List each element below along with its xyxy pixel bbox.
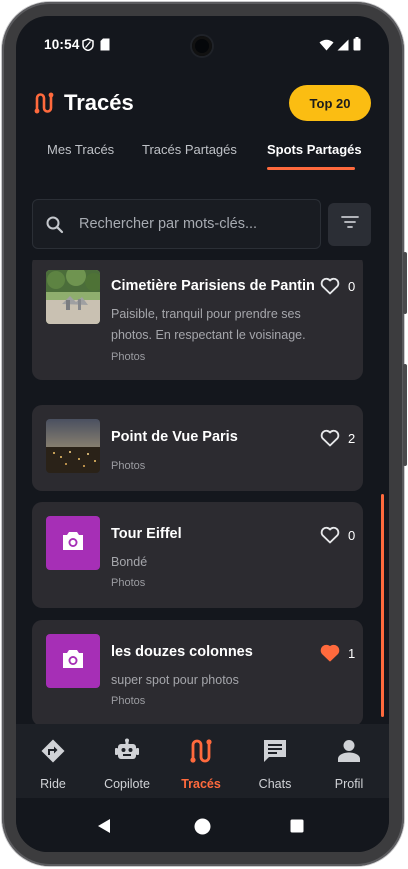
like-count: 1	[348, 646, 356, 661]
heart-outline-icon[interactable]	[320, 526, 340, 549]
active-tab-indicator	[267, 167, 355, 170]
chat-icon	[262, 738, 288, 769]
spot-name: les douzes colonnes	[111, 644, 253, 660]
recents-icon[interactable]	[290, 819, 304, 838]
spot-description: Bondé	[111, 555, 148, 569]
front-camera	[192, 36, 212, 56]
spot-card[interactable]: Point de Vue Paris Photos 2	[32, 405, 363, 491]
filter-icon	[340, 215, 359, 234]
search-input[interactable]: Rechercher par mots-clés...	[32, 199, 321, 249]
spot-category: Photos	[111, 577, 146, 589]
nav-label: Tracés	[181, 777, 221, 791]
spot-category: Photos	[111, 695, 146, 707]
shield-icon	[82, 38, 94, 56]
signal-icon	[337, 38, 349, 56]
top-20-button[interactable]: Top 20	[289, 85, 371, 121]
nav-item-ride[interactable]: Ride	[16, 724, 90, 798]
spot-name: Point de Vue Paris	[111, 429, 238, 445]
spot-thumbnail-paris-night	[46, 419, 100, 473]
robot-icon	[114, 738, 140, 769]
spot-thumbnail-cemetery	[46, 270, 100, 324]
spot-card[interactable]: Cimetière Parisiens de Pantin Paisible, …	[32, 260, 363, 380]
spot-list: Cimetière Parisiens de Pantin Paisible, …	[16, 260, 389, 726]
camera-icon	[61, 530, 85, 557]
sd-card-icon	[100, 38, 110, 56]
tab-mes-traces[interactable]: Mes Tracés	[47, 142, 114, 157]
system-nav-bar	[16, 798, 389, 852]
spot-card[interactable]: Tour Eiffel Bondé Photos 0	[32, 502, 363, 608]
status-time: 10:54	[44, 37, 80, 52]
volume-button	[403, 364, 407, 466]
spot-name: Tour Eiffel	[111, 526, 182, 542]
filter-button[interactable]	[328, 203, 371, 246]
nav-label: Copilote	[104, 777, 150, 791]
back-icon[interactable]	[96, 818, 112, 839]
like-count: 0	[348, 528, 356, 543]
nav-label: Ride	[40, 777, 66, 791]
power-button	[403, 252, 407, 314]
search-icon	[45, 215, 65, 240]
tab-traces-partages[interactable]: Tracés Partagés	[142, 142, 237, 157]
spot-thumbnail-placeholder	[46, 516, 100, 570]
person-icon	[336, 738, 362, 769]
directions-icon	[40, 738, 66, 769]
nav-label: Chats	[258, 777, 292, 791]
like-count: 0	[348, 279, 356, 294]
page-title: Tracés	[64, 90, 134, 115]
nav-item-copilote[interactable]: Copilote	[90, 724, 164, 798]
spot-description: Paisible, tranquil pour prendre ses phot…	[111, 307, 306, 342]
scrollbar[interactable]	[381, 494, 384, 717]
spot-thumbnail-placeholder	[46, 634, 100, 688]
phone-frame: 10:54 Tracés Top 20 Mes Tracés Tracés Pa…	[2, 2, 407, 866]
nav-item-traces[interactable]: Tracés	[164, 724, 238, 798]
like-count: 2	[348, 431, 356, 446]
spot-description: super spot pour photos	[111, 673, 239, 687]
wifi-icon	[319, 38, 334, 56]
nav-item-chats[interactable]: Chats	[238, 724, 312, 798]
search-placeholder: Rechercher par mots-clés...	[79, 216, 258, 232]
heart-outline-icon[interactable]	[320, 429, 340, 452]
spot-category: Photos	[111, 460, 146, 472]
nav-label: Profil	[334, 777, 364, 791]
spot-card[interactable]: les douzes colonnes super spot pour phot…	[32, 620, 363, 726]
bottom-nav: Ride Copilote Tracés Chats Profil	[16, 724, 389, 798]
heart-outline-icon[interactable]	[320, 277, 340, 300]
tab-spots-partages[interactable]: Spots Partagés	[267, 142, 362, 157]
battery-icon	[353, 37, 361, 56]
screen: 10:54 Tracés Top 20 Mes Tracés Tracés Pa…	[16, 16, 389, 852]
spot-category: Photos	[111, 351, 146, 363]
route-logo-icon	[34, 92, 54, 119]
tab-bar: Mes Tracés Tracés Partagés Spots Partagé…	[16, 138, 389, 172]
spot-name: Cimetière Parisiens de Pantin	[111, 278, 315, 294]
nav-item-profil[interactable]: Profil	[312, 724, 386, 798]
heart-filled-icon[interactable]	[320, 644, 340, 667]
status-bar: 10:54	[16, 16, 389, 72]
home-icon[interactable]	[194, 818, 211, 840]
route-icon	[189, 738, 213, 769]
camera-icon	[61, 648, 85, 675]
